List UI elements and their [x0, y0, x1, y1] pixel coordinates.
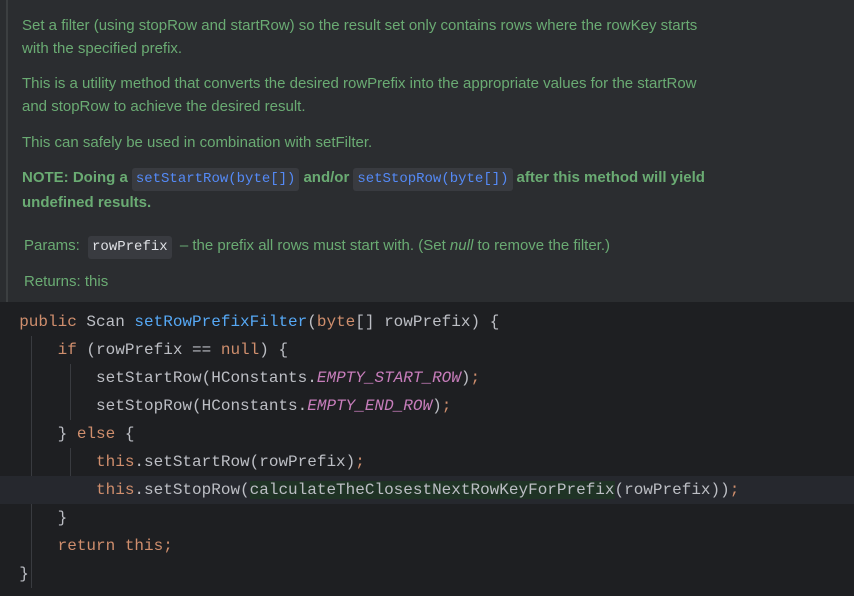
if-condition: (rowPrefix ==: [76, 341, 221, 359]
kw-this: this: [96, 481, 135, 499]
javadoc-panel: Set a filter (using stopRow and startRow…: [0, 0, 854, 302]
paren-open: (: [307, 313, 317, 331]
param-desc-before: – the prefix all rows must start with. (…: [179, 237, 446, 254]
note-line2: undefined results.: [22, 194, 152, 211]
doc-returns: Returns: this: [24, 270, 108, 293]
doc-params: Params: rowPrefix – the prefix all rows …: [24, 234, 610, 259]
const-empty-start-row: EMPTY_START_ROW: [316, 369, 461, 387]
kw-if: if: [57, 341, 77, 359]
call-this-setStopRow: .setStopRow(: [134, 481, 250, 499]
code-line-8[interactable]: }: [0, 504, 854, 532]
l3-end: );: [460, 369, 481, 387]
params-label: Params:: [24, 237, 80, 254]
const-empty-end-row: EMPTY_END_ROW: [307, 397, 433, 415]
l4-end: );: [432, 397, 452, 415]
doc-paragraph-3: This can safely be used in combination w…: [22, 134, 373, 151]
highlighted-identifier[interactable]: calculateTheClosestNextRowKeyForPrefix: [249, 481, 615, 499]
note-middle: and/or: [303, 169, 350, 186]
kw-return-this: return this: [57, 537, 164, 555]
type-scan: Scan: [76, 313, 135, 331]
note-suffix: after this method will yield: [516, 169, 705, 186]
link-setStartRow[interactable]: setStartRow(byte[]): [131, 168, 300, 191]
doc-para1-line1: Set a filter (using stopRow and startRow…: [22, 17, 698, 34]
code-line-1[interactable]: public Scan setRowPrefixFilter(byte[] ro…: [0, 308, 854, 336]
kw-else: else: [76, 425, 116, 443]
kw-byte: byte: [316, 313, 356, 331]
method-name: setRowPrefixFilter: [134, 313, 308, 331]
kw-this: this: [96, 453, 135, 471]
brace-close: }: [57, 509, 68, 527]
code-editor[interactable]: public Scan setRowPrefixFilter(byte[] ro…: [0, 308, 854, 596]
code-line-9[interactable]: return this;: [0, 532, 854, 560]
doc-paragraph-1: Set a filter (using stopRow and startRow…: [22, 14, 697, 60]
returns-value: this: [84, 273, 109, 290]
note-prefix: NOTE: Doing a: [22, 169, 128, 186]
doc-para2-line2: and stopRow to achieve the desired resul…: [22, 98, 306, 115]
doc-note: NOTE: Doing a setStartRow(byte[]) and/or se…: [22, 166, 705, 214]
doc-paragraph-2: This is a utility method that converts t…: [22, 72, 697, 118]
code-line-2[interactable]: if (rowPrefix == null) {: [0, 336, 854, 364]
brace-close: }: [57, 425, 77, 443]
signature-rest: [] rowPrefix) {: [355, 313, 500, 331]
call-this-setStartRow: .setStartRow(rowPrefix): [134, 453, 356, 471]
code-line-7-current[interactable]: this.setStopRow(calculateTheClosestNextR…: [0, 476, 854, 504]
kw-null: null: [220, 341, 260, 359]
l7-args: (rowPrefix)): [614, 481, 730, 499]
code-line-4[interactable]: setStopRow(HConstants.EMPTY_END_ROW);: [0, 392, 854, 420]
semicolon: ;: [355, 453, 365, 471]
returns-label: Returns:: [24, 273, 81, 290]
kw-public: public: [19, 313, 77, 331]
semicolon: ;: [163, 537, 173, 555]
param-desc-italic: null: [449, 237, 474, 254]
doc-para1-line2: with the specified prefix.: [22, 40, 183, 57]
else-rest: {: [115, 425, 135, 443]
brace-close: }: [19, 565, 29, 583]
link-setStopRow[interactable]: setStopRow(byte[]): [353, 168, 513, 191]
if-rest: ) {: [259, 341, 289, 359]
code-line-10[interactable]: }: [0, 560, 854, 588]
call-setStartRow: setStartRow(HConstants.: [96, 369, 317, 387]
doc-para2-line1: This is a utility method that converts t…: [22, 75, 697, 92]
param-desc-after: to remove the filter.): [477, 237, 611, 254]
semicolon: ;: [729, 481, 740, 499]
call-setStopRow: setStopRow(HConstants.: [96, 397, 308, 415]
doc-gutter-bar: [6, 0, 8, 302]
param-name: rowPrefix: [88, 236, 172, 259]
code-line-5[interactable]: } else {: [0, 420, 854, 448]
code-line-3[interactable]: setStartRow(HConstants.EMPTY_START_ROW);: [0, 364, 854, 392]
code-line-6[interactable]: this.setStartRow(rowPrefix);: [0, 448, 854, 476]
